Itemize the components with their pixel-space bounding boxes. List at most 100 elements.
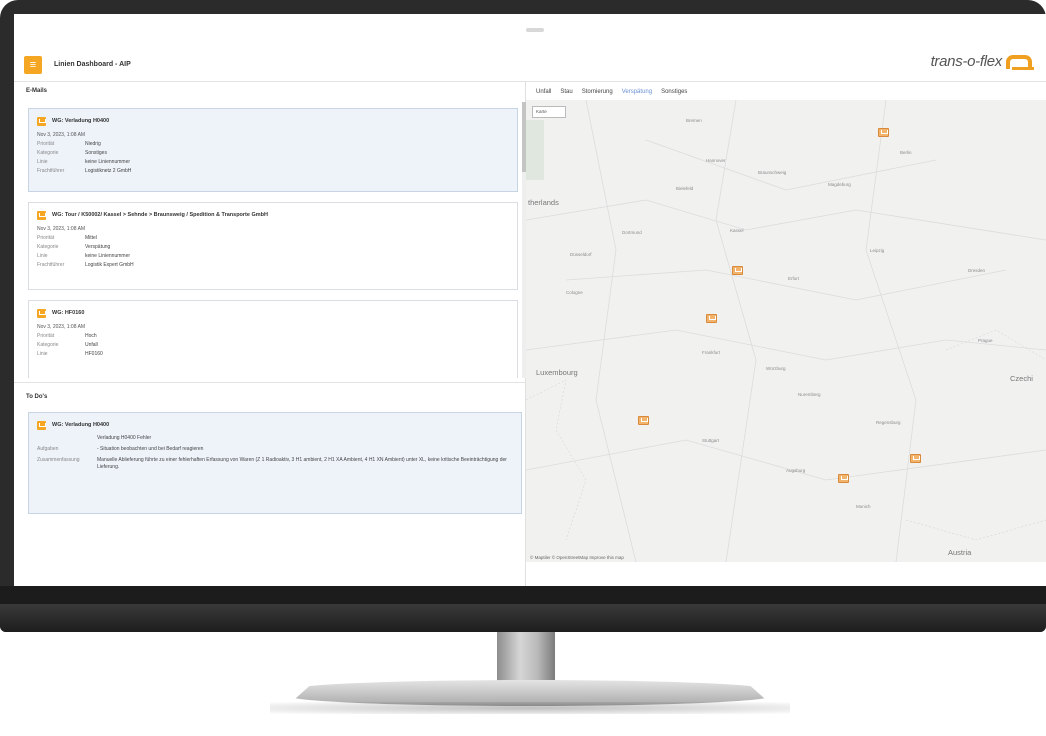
city-label: Berlin — [900, 150, 912, 155]
email-list: WG: Verladung H0400 Nov 3, 2023, 1:08 AM… — [18, 102, 520, 378]
field-label: Zusammenfassung — [37, 457, 80, 463]
emails-section-label: E-Mails — [26, 88, 48, 94]
city-label: Leipzig — [870, 248, 885, 253]
email-card[interactable]: WG: HF0160 Nov 3, 2023, 1:08 AM Prioritä… — [28, 300, 518, 378]
city-label: Magdeburg — [828, 182, 851, 187]
left-pane: E-Mails WG: Verladung H0400 Nov 3, 2023,… — [14, 82, 526, 586]
email-priority: Niedrig — [85, 141, 101, 147]
mail-icon — [37, 210, 46, 220]
app-title: Linien Dashboard - AIP — [54, 61, 131, 68]
email-line: HF0160 — [85, 351, 103, 357]
email-category: Sonstiges — [85, 150, 107, 156]
email-priority: Hoch — [85, 333, 97, 339]
field-label: Priorität — [37, 235, 55, 241]
city-label: Erfurt — [788, 276, 800, 281]
mail-marker-icon[interactable] — [706, 314, 717, 323]
city-label: Frankfurt — [702, 350, 721, 355]
todo-tasks: - Situation beobachten und bei Bedarf re… — [97, 446, 204, 452]
city-label: Cologne — [566, 290, 583, 295]
city-label: Prague — [978, 338, 993, 343]
email-subject: WG: Verladung H0400 — [52, 118, 110, 124]
city-label: Dresden — [968, 268, 986, 273]
city-label: Stuttgart — [702, 438, 720, 443]
mail-marker-icon[interactable] — [838, 474, 849, 483]
tab-sonstiges[interactable]: Sonstiges — [661, 89, 687, 95]
city-label: Munich — [856, 504, 871, 509]
email-card[interactable]: WG: Verladung H0400 Nov 3, 2023, 1:08 AM… — [28, 108, 518, 192]
field-label: Frachtführer — [37, 168, 65, 174]
email-line: keine Liniennummer — [85, 253, 131, 259]
email-line: keine Liniennummer — [85, 159, 131, 165]
mail-icon — [37, 116, 46, 126]
city-label: Nuremberg — [798, 392, 821, 397]
tab-verspaetung[interactable]: Verspätung — [622, 89, 652, 95]
drag-handle[interactable] — [526, 28, 544, 32]
field-label: Kategorie — [37, 150, 59, 156]
todo-title: WG: Verladung H0400 — [52, 422, 110, 428]
monitor-chin — [0, 586, 1046, 604]
email-date: Nov 3, 2023, 1:08 AM — [37, 226, 86, 232]
email-subject: WG: Tour / K50002/ Kassel > Sehnde > Bra… — [52, 212, 268, 218]
divider — [14, 382, 526, 383]
menu-icon: ≡ — [29, 58, 37, 71]
map[interactable]: Karte Bremen Berlin Hannover Braunschwei… — [526, 100, 1046, 562]
city-label: Regensburg — [876, 420, 901, 425]
city-label: Augsburg — [786, 468, 806, 473]
city-label: Hannover — [706, 158, 726, 163]
screen: ≡ Linien Dashboard - AIP trans-o-flex E-… — [14, 14, 1046, 586]
todos-section-label: To Do's — [26, 394, 48, 400]
field-label: Linie — [37, 351, 48, 357]
email-category: Verspätung — [85, 244, 111, 250]
city-label: Luxembourg — [536, 368, 578, 377]
brand-logo-icon — [1006, 54, 1034, 70]
email-priority: Mittel — [85, 235, 97, 241]
brand-name: trans-o-flex — [930, 53, 1003, 70]
city-label: Düsseldorf — [570, 252, 592, 257]
city-label: Bielefeld — [676, 186, 694, 191]
field-label: Priorität — [37, 333, 55, 339]
todo-card[interactable]: WG: Verladung H0400 Verladung H0400 Fehl… — [28, 412, 522, 514]
field-label: Kategorie — [37, 342, 59, 348]
monitor-stand-neck — [497, 632, 555, 682]
email-card[interactable]: WG: Tour / K50002/ Kassel > Sehnde > Bra… — [28, 202, 518, 290]
tab-unfall[interactable]: Unfall — [536, 89, 551, 95]
city-label: Czechi — [1010, 374, 1033, 383]
email-carrier: Logistiknetz 2 GmbH — [85, 168, 132, 174]
tab-stornierung[interactable]: Stornierung — [582, 89, 613, 95]
field-label: Linie — [37, 159, 48, 165]
todo-subtitle: Verladung H0400 Fehler — [97, 435, 152, 441]
field-label: Priorität — [37, 141, 55, 147]
menu-button[interactable]: ≡ — [24, 55, 42, 74]
city-label: Würzburg — [766, 366, 786, 371]
mail-icon — [37, 420, 46, 430]
email-carrier: Logistik Expert GmbH — [85, 262, 134, 268]
field-label: Frachtführer — [37, 262, 65, 268]
email-date: Nov 3, 2023, 1:08 AM — [37, 132, 86, 138]
field-label: Aufgaben — [37, 446, 59, 452]
monitor-bezel — [0, 604, 1046, 632]
right-pane: Unfall Stau Stornierung Verspätung Sonst… — [526, 82, 1046, 586]
field-label: Linie — [37, 253, 48, 259]
tab-stau[interactable]: Stau — [560, 89, 572, 95]
monitor-stand-shadow — [270, 702, 790, 714]
city-label: Austria — [948, 548, 972, 557]
email-date: Nov 3, 2023, 1:08 AM — [37, 324, 86, 330]
map-layer-button[interactable]: Karte — [532, 106, 566, 118]
mail-marker-icon[interactable] — [910, 454, 921, 463]
mail-marker-icon[interactable] — [638, 416, 649, 425]
todo-summary: Manuelle Ablieferung führte zu einer feh… — [97, 457, 507, 470]
map-attribution[interactable]: © Maptiler © OpenStreetMap Improve this … — [530, 555, 624, 560]
city-label: therlands — [528, 198, 559, 207]
mail-icon — [37, 308, 46, 318]
city-label: Dortmund — [622, 230, 642, 235]
city-label: Kassel — [730, 228, 744, 233]
city-label: Bremen — [686, 118, 702, 123]
app-header: ≡ Linien Dashboard - AIP trans-o-flex — [14, 48, 1046, 82]
mail-marker-icon[interactable] — [732, 266, 743, 275]
mail-marker-icon[interactable] — [878, 128, 889, 137]
email-subject: WG: HF0160 — [52, 310, 85, 316]
category-tabs: Unfall Stau Stornierung Verspätung Sonst… — [536, 89, 687, 95]
field-label: Kategorie — [37, 244, 59, 250]
brand: trans-o-flex — [930, 53, 1034, 70]
city-label: Braunschweig — [758, 170, 787, 175]
